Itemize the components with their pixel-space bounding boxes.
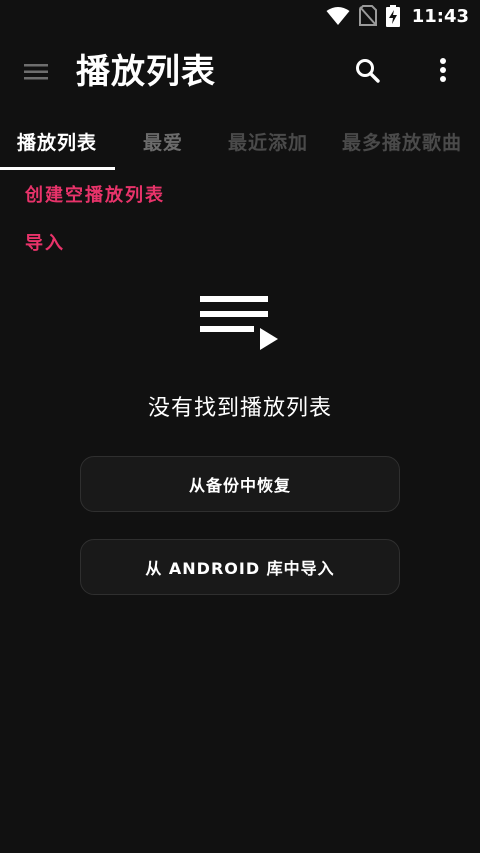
tab-label: 播放列表 [17,131,98,154]
app-bar: 播放列表 [0,32,480,112]
button-label: 从备份中恢复 [188,476,291,495]
button-label: 从 ANDROID 库中导入 [145,559,335,578]
import-link[interactable]: 导入 [25,229,65,255]
create-empty-playlist-link[interactable]: 创建空播放列表 [25,181,165,207]
tab-indicator [0,167,115,170]
no-sim-icon [358,5,377,26]
import-from-android-button[interactable]: 从 ANDROID 库中导入 [80,539,400,595]
more-vert-icon[interactable] [428,54,458,88]
search-icon[interactable] [353,56,383,86]
playlist-play-icon [200,296,278,350]
tab-bar: 播放列表 最爱 最近添加 最多播放歌曲 [0,112,480,170]
tab-favorites[interactable]: 最爱 [115,112,228,170]
wifi-icon [326,7,350,25]
battery-charging-icon [385,5,400,27]
restore-from-backup-button[interactable]: 从备份中恢复 [80,456,400,512]
tab-label: 最爱 [143,131,184,154]
tab-most-played[interactable]: 最多播放歌曲 [342,112,480,170]
page-title: 播放列表 [76,52,216,92]
tab-playlists[interactable]: 播放列表 [0,112,115,170]
empty-state-message: 没有找到播放列表 [147,396,332,421]
status-bar: 11:43 [0,0,480,32]
status-time: 11:43 [411,5,469,27]
menu-icon[interactable] [22,60,50,84]
tab-label: 最近添加 [228,131,309,154]
tab-label: 最多播放歌曲 [342,131,463,154]
tab-recently-added[interactable]: 最近添加 [228,112,342,170]
